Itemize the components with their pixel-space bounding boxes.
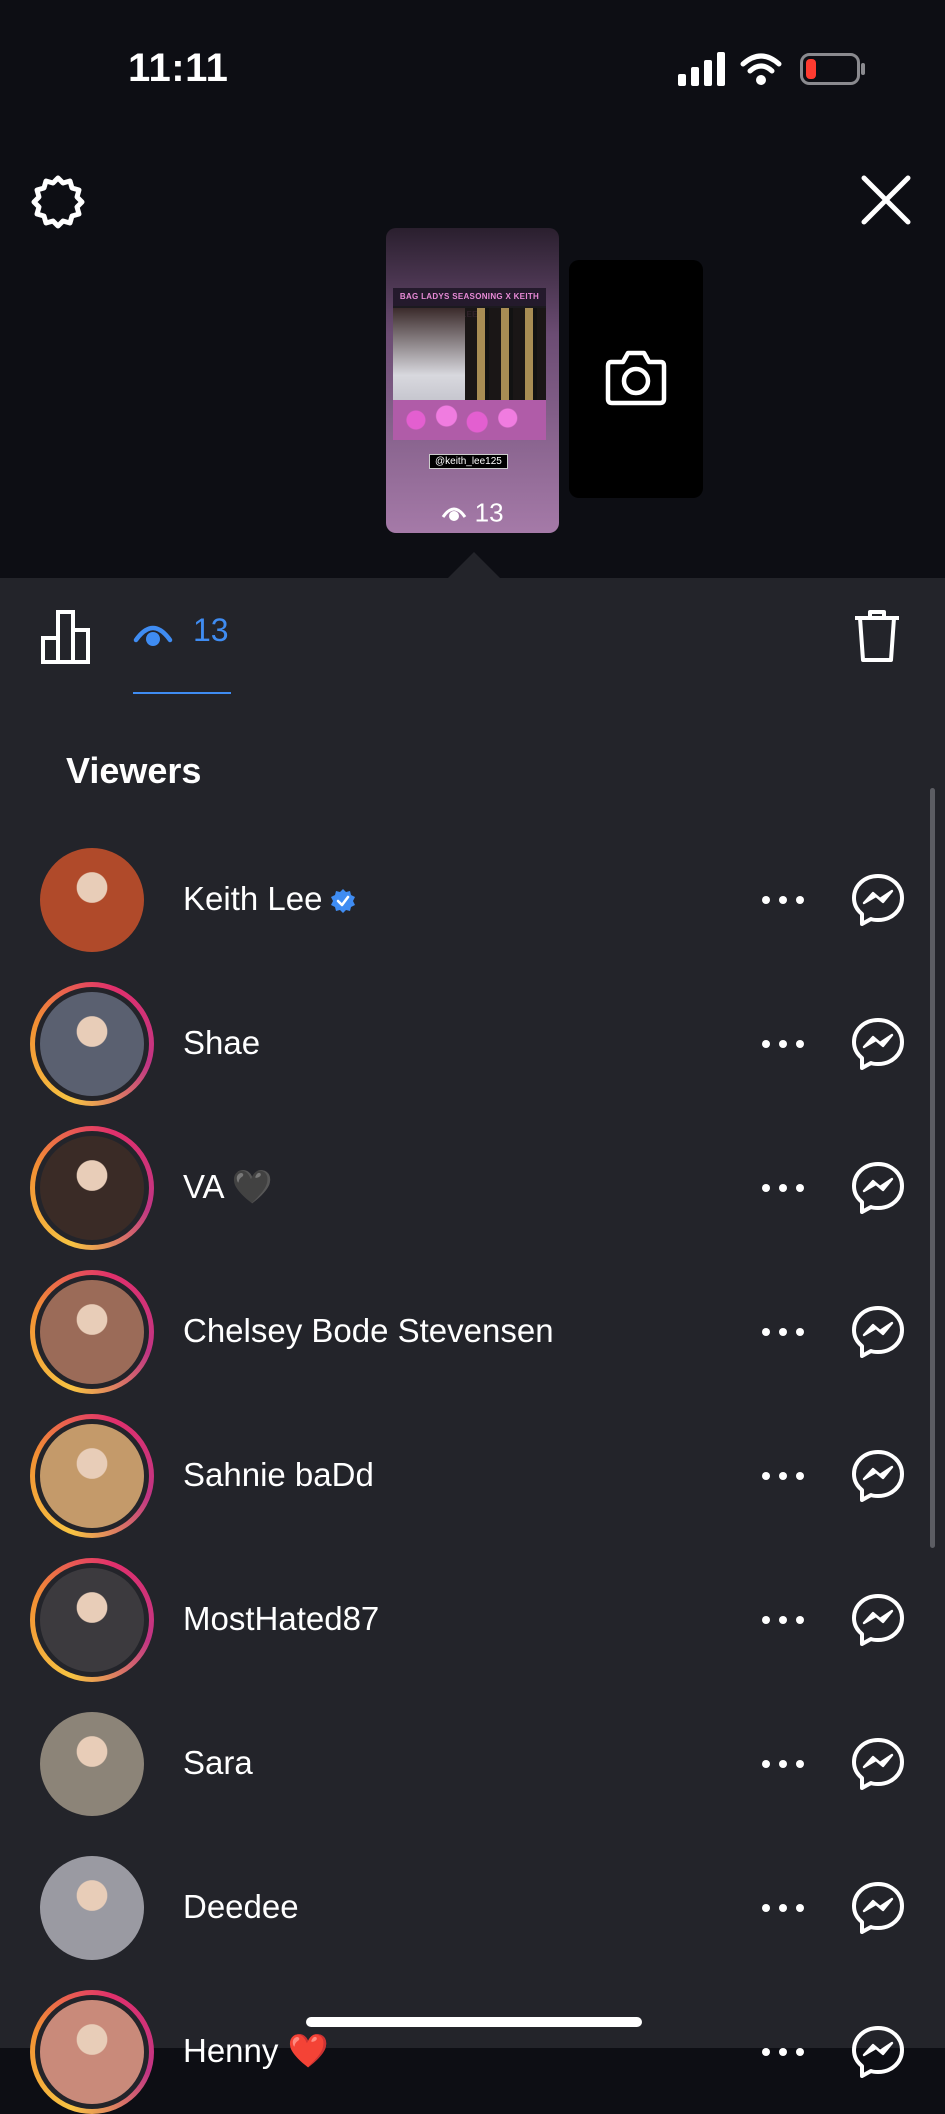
messenger-icon[interactable] (850, 1736, 906, 1792)
viewer-name[interactable]: Shae (183, 1024, 260, 1062)
messenger-icon[interactable] (850, 1304, 906, 1360)
camera-icon (605, 350, 667, 406)
messenger-icon[interactable] (850, 1880, 906, 1936)
avatar[interactable] (40, 1424, 144, 1528)
story-header: 11:11 BAG LADYS SEASONING X KEITH LEE @k… (0, 0, 945, 578)
viewer-row[interactable]: VA 🖤 (0, 1106, 945, 1250)
viewer-name[interactable]: Sahnie baDd (183, 1456, 374, 1494)
wifi-icon (740, 53, 782, 85)
messenger-icon[interactable] (850, 872, 906, 928)
viewer-row[interactable]: Sara (0, 1682, 945, 1826)
viewer-row[interactable]: MostHated87 (0, 1538, 945, 1682)
viewer-row[interactable]: Shae (0, 962, 945, 1106)
insights-bar-chart-icon[interactable] (40, 608, 96, 664)
viewer-row[interactable]: Deedee (0, 1826, 945, 1970)
avatar[interactable] (40, 2000, 144, 2104)
viewer-name[interactable]: Chelsey Bode Stevensen (183, 1312, 554, 1350)
home-indicator[interactable] (306, 2017, 642, 2027)
trash-icon[interactable] (852, 608, 902, 664)
tab-viewers[interactable]: 13 (133, 608, 231, 658)
more-options-icon[interactable] (760, 1466, 806, 1486)
story-mention-tag: @keith_lee125 (429, 454, 508, 469)
settings-gear-icon[interactable] (30, 174, 86, 230)
cellular-signal-icon (678, 52, 725, 86)
status-time: 11:11 (128, 46, 229, 90)
viewer-name[interactable]: Henny ❤️ (183, 2032, 329, 2071)
viewer-row[interactable]: Chelsey Bode Stevensen (0, 1250, 945, 1394)
battery-low-icon (800, 53, 865, 85)
messenger-icon[interactable] (850, 1592, 906, 1648)
viewer-name[interactable]: MostHated87 (183, 1600, 379, 1638)
eye-icon (133, 625, 173, 646)
viewer-name[interactable]: Deedee (183, 1888, 299, 1926)
selected-story-caret (448, 552, 500, 578)
more-options-icon[interactable] (760, 1034, 806, 1054)
viewer-row[interactable]: Sahnie baDd (0, 1394, 945, 1538)
viewer-name[interactable]: Sara (183, 1744, 253, 1782)
viewers-sheet: 13 Viewers Keith Lee Shae VA 🖤 Chelsey Bode… (0, 578, 945, 2114)
avatar[interactable] (40, 992, 144, 1096)
messenger-icon[interactable] (850, 1016, 906, 1072)
viewers-count: 13 (193, 612, 229, 648)
more-options-icon[interactable] (760, 1178, 806, 1198)
messenger-icon[interactable] (850, 1448, 906, 1504)
story-photo: BAG LADYS SEASONING X KEITH LEE (393, 288, 546, 440)
avatar[interactable] (40, 1712, 144, 1816)
avatar[interactable] (40, 848, 144, 952)
avatar[interactable] (40, 1568, 144, 1672)
viewer-name[interactable]: VA 🖤 (183, 1168, 273, 1207)
viewer-name[interactable]: Keith Lee (183, 880, 356, 918)
more-options-icon[interactable] (760, 1898, 806, 1918)
close-icon[interactable] (858, 172, 914, 228)
messenger-icon[interactable] (850, 1160, 906, 1216)
viewer-row[interactable]: Henny ❤️ (0, 1970, 945, 2114)
more-options-icon[interactable] (760, 2042, 806, 2062)
avatar[interactable] (40, 1136, 144, 1240)
more-options-icon[interactable] (760, 1322, 806, 1342)
messenger-icon[interactable] (850, 2024, 906, 2080)
add-story-camera-button[interactable] (569, 260, 703, 498)
story-banner-text: BAG LADYS SEASONING X KEITH LEE (393, 288, 546, 319)
section-title: Viewers (66, 750, 202, 791)
more-options-icon[interactable] (760, 1610, 806, 1630)
story-view-count: 13 (386, 496, 559, 529)
viewer-row[interactable]: Keith Lee (0, 818, 945, 962)
more-options-icon[interactable] (760, 1754, 806, 1774)
verified-badge-icon (331, 889, 356, 914)
active-tab-indicator (133, 692, 231, 694)
more-options-icon[interactable] (760, 890, 806, 910)
avatar[interactable] (40, 1280, 144, 1384)
eye-icon (442, 507, 467, 522)
avatar[interactable] (40, 1856, 144, 1960)
story-thumbnail[interactable]: BAG LADYS SEASONING X KEITH LEE @keith_l… (386, 228, 559, 533)
